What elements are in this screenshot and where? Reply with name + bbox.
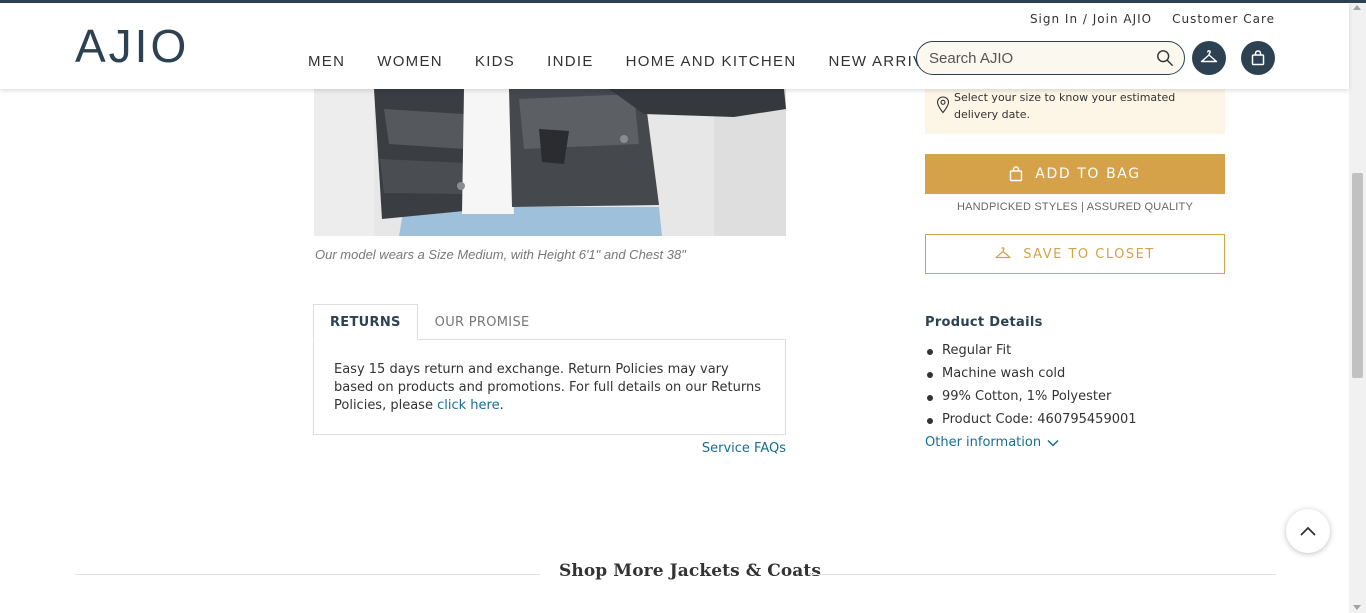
top-links: Sign In / Join AJIO Customer Care bbox=[1030, 12, 1275, 26]
product-details-title: Product Details bbox=[925, 315, 1043, 330]
service-faqs-link[interactable]: Service FAQs bbox=[702, 441, 786, 456]
policy-tabs: RETURNS OUR PROMISE bbox=[313, 304, 546, 340]
bag-icon bbox=[1010, 166, 1023, 182]
bullet bbox=[927, 349, 933, 355]
scroll-down-arrow-icon[interactable] bbox=[1353, 605, 1361, 610]
site-header: AJIO Sign In / Join AJIO Customer Care M… bbox=[0, 3, 1349, 89]
add-to-bag-label: ADD TO BAG bbox=[1035, 166, 1141, 182]
chevron-down-icon bbox=[1047, 439, 1059, 447]
bag-icon bbox=[1251, 50, 1265, 66]
list-item: 99% Cotton, 1% Polyester bbox=[925, 389, 1137, 412]
product-image[interactable] bbox=[314, 89, 786, 236]
nav-item-men[interactable]: MEN bbox=[308, 53, 345, 70]
list-item: Regular Fit bbox=[925, 343, 1137, 366]
chevron-up-icon bbox=[1300, 526, 1316, 536]
other-information-toggle[interactable]: Other information bbox=[925, 435, 1059, 450]
back-to-top-button[interactable] bbox=[1286, 509, 1330, 553]
main-nav: MEN WOMEN KIDS INDIE HOME AND KITCHEN NE… bbox=[308, 53, 956, 70]
list-item: Product Code: 460795459001 bbox=[925, 412, 1137, 435]
closet-hanger-button[interactable] bbox=[1192, 41, 1226, 75]
section-title: Shop More Jackets & Coats bbox=[559, 561, 822, 581]
search-bar bbox=[916, 41, 1185, 75]
scroll-up-arrow-icon[interactable] bbox=[1353, 5, 1361, 10]
hanger-icon bbox=[995, 247, 1011, 259]
location-pin-icon bbox=[936, 96, 950, 114]
save-to-closet-label: SAVE TO CLOSET bbox=[1023, 246, 1155, 262]
nav-item-indie[interactable]: INDIE bbox=[547, 53, 594, 70]
returns-panel: Easy 15 days return and exchange. Return… bbox=[313, 339, 786, 435]
tab-our-promise[interactable]: OUR PROMISE bbox=[418, 304, 546, 340]
delivery-note: Select your size to know your estimated … bbox=[954, 91, 1176, 121]
returns-text: Easy 15 days return and exchange. Return… bbox=[334, 362, 761, 413]
hanger-icon bbox=[1200, 50, 1218, 63]
sign-in-link[interactable]: Sign In / Join AJIO bbox=[1030, 12, 1152, 26]
customer-care-link[interactable]: Customer Care bbox=[1172, 12, 1275, 26]
page-scrollbar[interactable] bbox=[1349, 3, 1366, 613]
other-information-label: Other information bbox=[925, 435, 1042, 450]
section-divider-right bbox=[808, 574, 1276, 575]
shopping-bag-button[interactable] bbox=[1241, 41, 1275, 75]
scrollbar-thumb[interactable] bbox=[1352, 173, 1363, 378]
product-details-list: Regular Fit Machine wash cold 99% Cotton… bbox=[925, 343, 1137, 435]
nav-item-women[interactable]: WOMEN bbox=[377, 53, 443, 70]
bullet bbox=[927, 372, 933, 378]
nav-item-kids[interactable]: KIDS bbox=[475, 53, 515, 70]
bullet bbox=[927, 395, 933, 401]
product-photo bbox=[314, 89, 786, 236]
list-item: Machine wash cold bbox=[925, 366, 1137, 389]
returns-click-here-link[interactable]: click here bbox=[437, 398, 499, 413]
detail-fit: Regular Fit bbox=[942, 343, 1012, 358]
returns-text-end: . bbox=[499, 398, 504, 413]
model-size-caption: Our model wears a Size Medium, with Heig… bbox=[315, 247, 686, 262]
detail-product-code: Product Code: 460795459001 bbox=[942, 412, 1137, 427]
bullet bbox=[927, 418, 933, 424]
save-to-closet-button[interactable]: SAVE TO CLOSET bbox=[925, 234, 1225, 274]
nav-item-home-and-kitchen[interactable]: HOME AND KITCHEN bbox=[626, 53, 797, 70]
tab-returns[interactable]: RETURNS bbox=[313, 304, 418, 340]
detail-wash: Machine wash cold bbox=[942, 366, 1066, 381]
detail-fabric: 99% Cotton, 1% Polyester bbox=[942, 389, 1112, 404]
delivery-info-box: Select your size to know your estimated … bbox=[925, 89, 1225, 134]
section-divider-left bbox=[75, 574, 540, 575]
quality-tagline: HANDPICKED STYLES | ASSURED QUALITY bbox=[956, 201, 1194, 213]
search-input[interactable] bbox=[929, 49, 1156, 67]
add-to-bag-button[interactable]: ADD TO BAG bbox=[925, 154, 1225, 194]
ajio-logo[interactable]: AJIO bbox=[75, 23, 189, 69]
search-icon[interactable] bbox=[1156, 49, 1174, 67]
